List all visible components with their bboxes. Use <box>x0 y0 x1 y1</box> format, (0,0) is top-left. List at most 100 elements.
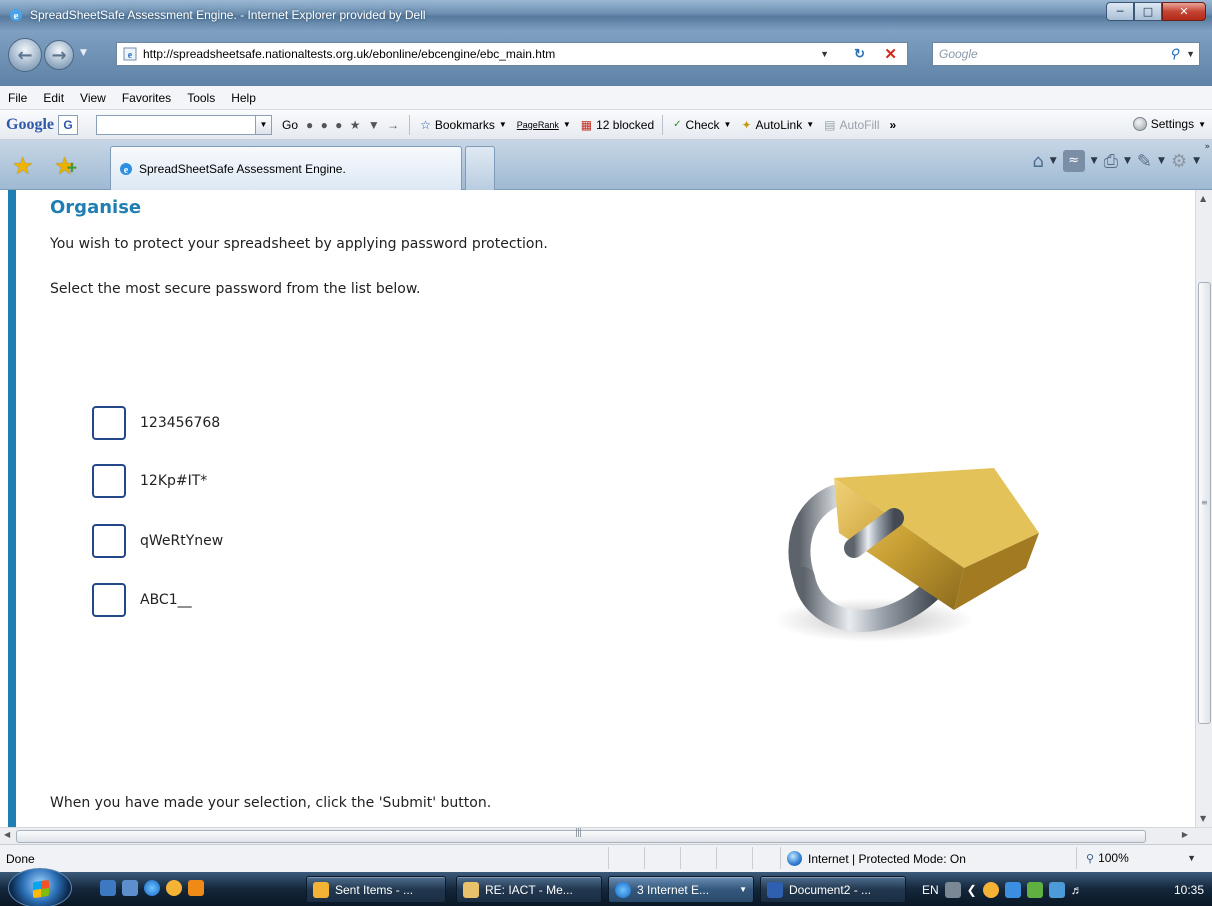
toolbar-overflow-button[interactable]: » <box>890 118 897 132</box>
popup-blocked-icon: ▦ <box>580 117 593 132</box>
arrow-left-icon: ← <box>17 44 33 66</box>
new-tab-button[interactable] <box>465 146 495 190</box>
start-button[interactable] <box>8 868 72 906</box>
scroll-right-icon[interactable]: ▶ <box>1182 830 1188 839</box>
autolink-label: AutoLink <box>755 117 803 132</box>
status-text: Done <box>6 852 35 866</box>
keyboard-icon[interactable] <box>944 881 961 898</box>
search-icon[interactable]: ⚲ <box>1169 46 1179 62</box>
url-input[interactable]: e http://spreadsheetsafe.nationaltests.o… <box>116 42 908 66</box>
toolbar-icons-group[interactable]: ● ● ● ★ ▼ → <box>306 118 401 132</box>
stop-icon[interactable]: ✕ <box>884 45 897 63</box>
scroll-left-icon[interactable]: ◀ <box>4 830 10 839</box>
feeds-icon[interactable]: ≈ <box>1062 150 1085 172</box>
speaker-icon[interactable]: ♬ <box>1071 883 1083 897</box>
outlook-tray-icon[interactable] <box>982 881 999 898</box>
chevron-double-right-icon[interactable]: » <box>1204 142 1210 152</box>
home-icon[interactable]: ⌂ <box>1032 151 1043 172</box>
settings-button[interactable]: Settings ▼ <box>1132 117 1206 131</box>
chevron-left-icon[interactable]: ❮ <box>967 883 977 897</box>
internet-explorer-icon[interactable] <box>144 880 160 896</box>
spell-check-button[interactable]: ✓ Check ▼ <box>673 118 731 132</box>
display-icon[interactable] <box>1048 881 1065 898</box>
maximize-icon: □ <box>1142 5 1154 18</box>
autofill-button[interactable]: ▤ AutoFill <box>824 118 879 132</box>
google-go-button[interactable]: Go <box>282 118 298 132</box>
network-icon[interactable] <box>1004 881 1021 898</box>
zoom-dropdown-icon[interactable]: ▼ <box>1187 853 1196 863</box>
recent-pages-dropdown[interactable]: ▼ <box>80 48 87 58</box>
taskbar-item-document2[interactable]: Document2 - ... <box>760 876 906 903</box>
chevron-down-icon[interactable]: ▼ <box>1158 156 1165 166</box>
password-option-2[interactable]: 12Kp#IT* <box>92 464 207 498</box>
password-option-3[interactable]: qWeRtYnew <box>92 524 223 558</box>
switch-windows-icon[interactable] <box>122 880 138 896</box>
search-input[interactable]: Google ⚲ ▼ <box>932 42 1200 66</box>
taskbar-item-sent-items[interactable]: Sent Items - ... <box>306 876 446 903</box>
pagerank-button[interactable]: PageRank ▼ <box>517 120 571 130</box>
chevron-down-icon[interactable]: ▼ <box>1091 156 1098 166</box>
option-checkbox[interactable] <box>92 406 126 440</box>
menu-edit[interactable]: Edit <box>43 91 64 105</box>
taskbar-item-internet-explorer[interactable]: 3 Internet E... ▼ <box>608 876 754 903</box>
antivirus-icon[interactable] <box>1026 881 1043 898</box>
horizontal-scrollbar[interactable]: ◀ ||| ▶ <box>0 827 1212 844</box>
refresh-icon[interactable]: ↻ <box>854 46 865 62</box>
scroll-down-icon[interactable]: ▼ <box>1200 814 1206 823</box>
minimize-button[interactable]: ─ <box>1106 2 1134 21</box>
option-checkbox[interactable] <box>92 524 126 558</box>
search-options-dropdown[interactable]: ▼ <box>1186 49 1195 59</box>
forward-button[interactable]: → <box>44 40 74 70</box>
add-favorite-icon[interactable]: ★ + <box>54 152 78 180</box>
google-search-input[interactable] <box>96 114 256 135</box>
clock[interactable]: 10:35 <box>1174 883 1204 897</box>
autofill-icon: ▤ <box>824 117 836 132</box>
google-search-dropdown[interactable]: ▼ <box>256 114 272 135</box>
menu-file[interactable]: File <box>8 91 27 105</box>
page-menu-icon[interactable]: ✎ <box>1137 151 1152 172</box>
close-button[interactable]: ✕ <box>1162 2 1206 21</box>
popup-blocker-button[interactable]: ▦ 12 blocked <box>581 118 654 132</box>
arrow-right-icon: → <box>51 44 67 66</box>
chevron-down-icon[interactable]: ▼ <box>1124 156 1131 166</box>
grip-icon: ≡ <box>1201 498 1208 507</box>
task-label: 3 Internet E... <box>637 882 710 897</box>
mail-icon[interactable] <box>166 880 182 896</box>
chevron-down-icon[interactable]: ▼ <box>1193 156 1200 166</box>
maximize-button[interactable]: □ <box>1134 2 1162 21</box>
zoom-level: 100% <box>1098 851 1129 865</box>
gear-icon[interactable]: ⚙ <box>1171 151 1187 172</box>
media-player-icon[interactable] <box>188 880 204 896</box>
vertical-scroll-thumb[interactable]: ≡ <box>1198 282 1211 724</box>
system-tray: EN ❮ ♬ 10:35 <box>912 876 1212 903</box>
print-icon[interactable]: ⎙ <box>1104 151 1118 172</box>
url-text: http://spreadsheetsafe.nationaltests.org… <box>143 47 556 61</box>
horizontal-scroll-thumb[interactable]: ||| <box>16 828 1146 843</box>
password-option-4[interactable]: ABC1__ <box>92 583 192 617</box>
favorites-center-icon[interactable]: ★ <box>12 152 34 180</box>
vertical-scrollbar[interactable]: ▲ ≡ ▼ <box>1195 190 1212 827</box>
option-checkbox[interactable] <box>92 583 126 617</box>
back-button[interactable]: ← <box>8 38 42 72</box>
password-option-1[interactable]: 123456768 <box>92 406 220 440</box>
close-icon: ✕ <box>1179 5 1189 18</box>
security-zone[interactable]: Internet | Protected Mode: On <box>787 851 966 866</box>
chevron-down-icon[interactable]: ▼ <box>1050 156 1057 166</box>
zoom-control[interactable]: ⚲ 100% <box>1086 851 1129 865</box>
scroll-up-icon[interactable]: ▲ <box>1200 194 1206 203</box>
tab-spreadsheetsafe[interactable]: e SpreadSheetSafe Assessment Engine. <box>110 146 462 190</box>
language-indicator[interactable]: EN <box>922 883 939 897</box>
bookmarks-button[interactable]: ☆ Bookmarks ▼ <box>420 118 507 132</box>
taskbar-item-re-iact[interactable]: RE: IACT - Me... <box>456 876 602 903</box>
window-title-bar[interactable]: e SpreadSheetSafe Assessment Engine. - I… <box>0 0 1212 30</box>
autolink-button[interactable]: ✦ AutoLink ▼ <box>741 118 814 132</box>
option-checkbox[interactable] <box>92 464 126 498</box>
url-dropdown-icon[interactable]: ▼ <box>820 49 829 59</box>
zone-label: Internet | Protected Mode: On <box>808 851 966 866</box>
menu-tools[interactable]: Tools <box>187 91 215 105</box>
menu-help[interactable]: Help <box>231 91 256 105</box>
show-desktop-icon[interactable] <box>100 880 116 896</box>
menu-view[interactable]: View <box>80 91 106 105</box>
google-menu-button[interactable]: G <box>58 114 78 135</box>
menu-favorites[interactable]: Favorites <box>122 91 171 105</box>
